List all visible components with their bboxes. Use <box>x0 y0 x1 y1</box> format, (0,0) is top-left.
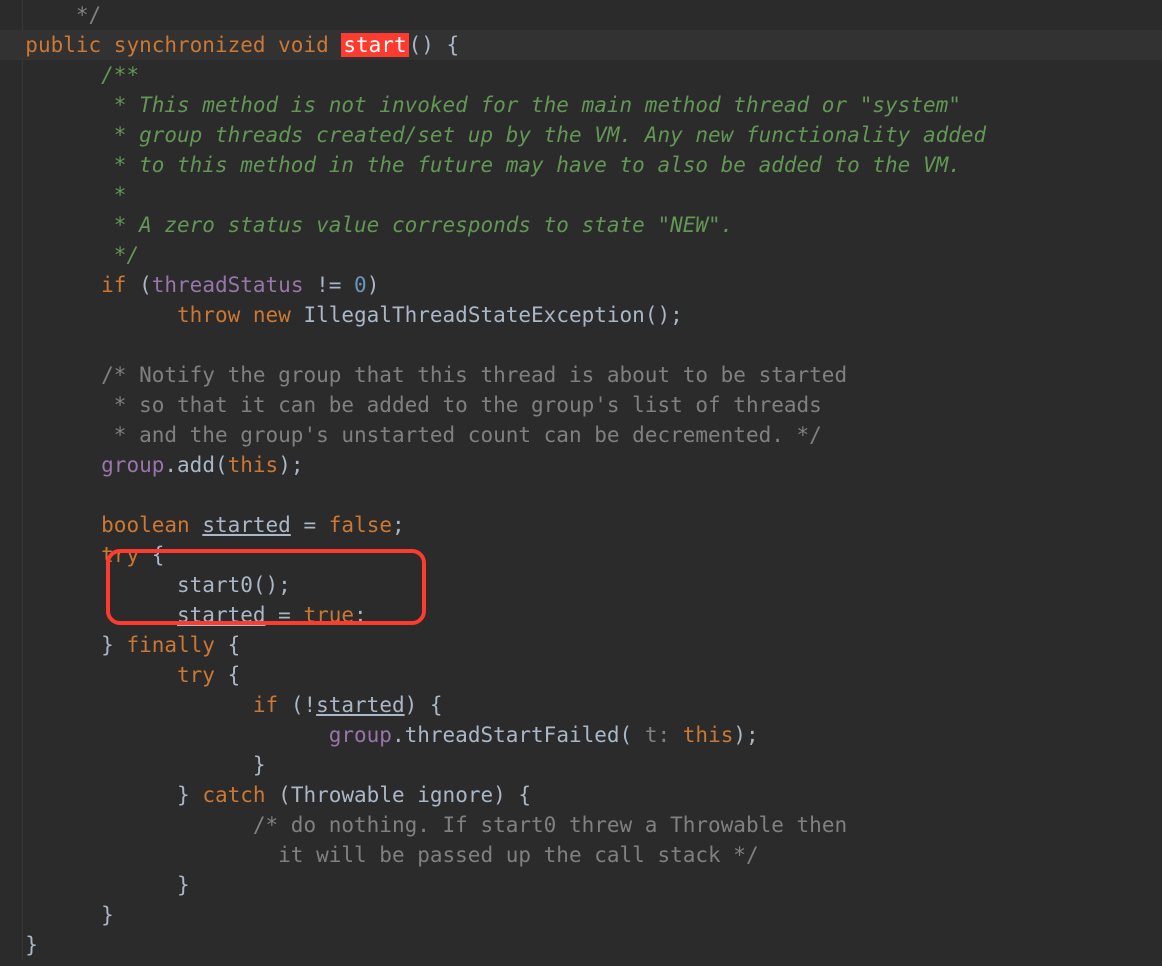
code-line[interactable]: start0(); <box>0 570 1162 600</box>
code-editor[interactable]: */ public synchronized void start() { /*… <box>0 0 1162 960</box>
code-line[interactable]: group.add(this); <box>0 450 1162 480</box>
code-line[interactable]: } <box>0 870 1162 900</box>
code-line[interactable]: if (threadStatus != 0) <box>0 270 1162 300</box>
code-line[interactable]: * This method is not invoked for the mai… <box>0 90 1162 120</box>
code-line[interactable]: group.threadStartFailed( t: this); <box>0 720 1162 750</box>
code-line[interactable]: } catch (Throwable ignore) { <box>0 780 1162 810</box>
code-line[interactable]: * and the group's unstarted count can be… <box>0 420 1162 450</box>
code-line[interactable]: * <box>0 180 1162 210</box>
method-name-highlight: start <box>341 33 408 57</box>
code-line[interactable]: * group threads created/set up by the VM… <box>0 120 1162 150</box>
code-line[interactable]: try { <box>0 660 1162 690</box>
code-line[interactable]: */ <box>0 240 1162 270</box>
code-line[interactable]: throw new IllegalThreadStateException(); <box>0 300 1162 330</box>
code-line[interactable]: started = true; <box>0 600 1162 630</box>
code-line[interactable]: * A zero status value corresponds to sta… <box>0 210 1162 240</box>
code-line[interactable]: */ <box>0 0 1162 30</box>
code-line[interactable] <box>0 330 1162 360</box>
code-line[interactable]: if (!started) { <box>0 690 1162 720</box>
code-line[interactable]: public synchronized void start() { <box>0 30 1162 60</box>
code-line[interactable]: boolean started = false; <box>0 510 1162 540</box>
code-line[interactable]: } finally { <box>0 630 1162 660</box>
code-line[interactable]: * so that it can be added to the group's… <box>0 390 1162 420</box>
code-line[interactable]: /** <box>0 60 1162 90</box>
code-line[interactable]: /* do nothing. If start0 threw a Throwab… <box>0 810 1162 840</box>
code-line[interactable]: try { <box>0 540 1162 570</box>
code-line[interactable] <box>0 480 1162 510</box>
code-line[interactable]: } <box>0 930 1162 960</box>
code-line[interactable]: /* Notify the group that this thread is … <box>0 360 1162 390</box>
code-line[interactable]: it will be passed up the call stack */ <box>0 840 1162 870</box>
code-line[interactable]: } <box>0 750 1162 780</box>
code-line[interactable]: * to this method in the future may have … <box>0 150 1162 180</box>
code-line[interactable]: } <box>0 900 1162 930</box>
